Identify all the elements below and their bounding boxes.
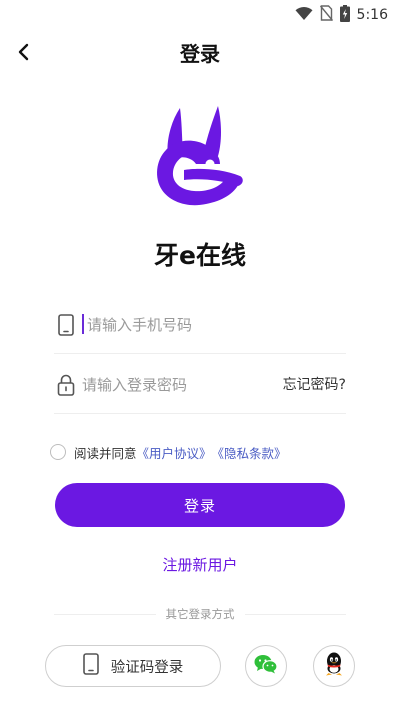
privacy-policy-link[interactable]: 《隐私条款》 [212, 443, 287, 462]
phone-icon [56, 313, 76, 337]
wechat-icon [254, 654, 278, 678]
lock-icon [56, 373, 76, 397]
sms-login-button[interactable]: 验证码登录 [45, 645, 221, 687]
other-login-title: 其它登录方式 [165, 607, 235, 621]
login-button[interactable]: 登录 [55, 483, 345, 527]
login-screen: 5:16 登录 牙e在线 请输入手机号码 忘记密码? 阅读并同意 《用户协议》 … [0, 0, 400, 711]
user-agreement-link[interactable]: 《用户协议》 [137, 443, 212, 462]
status-bar: 5:16 [0, 0, 400, 30]
wifi-icon [295, 6, 313, 25]
divider-line-right [244, 613, 346, 615]
text-caret [82, 314, 84, 334]
status-time: 5:16 [356, 7, 388, 23]
agreement-checkbox[interactable] [50, 444, 66, 460]
register-link[interactable]: 注册新用户 [0, 554, 400, 576]
sms-login-label: 验证码登录 [110, 659, 184, 676]
agreement-prefix: 阅读并同意 [74, 445, 137, 461]
wechat-login-button[interactable] [245, 645, 287, 687]
password-row: 忘记密码? [54, 357, 346, 414]
agreement: 阅读并同意 《用户协议》 《隐私条款》 [50, 440, 287, 464]
qq-login-button[interactable] [313, 645, 355, 687]
divider-line-left [54, 613, 156, 615]
status-icons: 5:16 [295, 4, 388, 26]
app-name: 牙e在线 [154, 241, 246, 270]
phone-row [54, 297, 346, 354]
battery-charging-icon [339, 4, 350, 26]
password-input[interactable] [82, 371, 282, 399]
forgot-password-link[interactable]: 忘记密码? [283, 375, 346, 395]
phone-input[interactable] [87, 311, 287, 339]
no-sim-icon [319, 5, 333, 25]
header: 登录 [0, 30, 400, 78]
phone-icon [82, 653, 99, 679]
rabbit-logo-icon [140, 98, 260, 216]
other-login-divider: 其它登录方式 [54, 604, 346, 624]
page-title: 登录 [180, 42, 220, 66]
qq-icon [324, 652, 344, 680]
